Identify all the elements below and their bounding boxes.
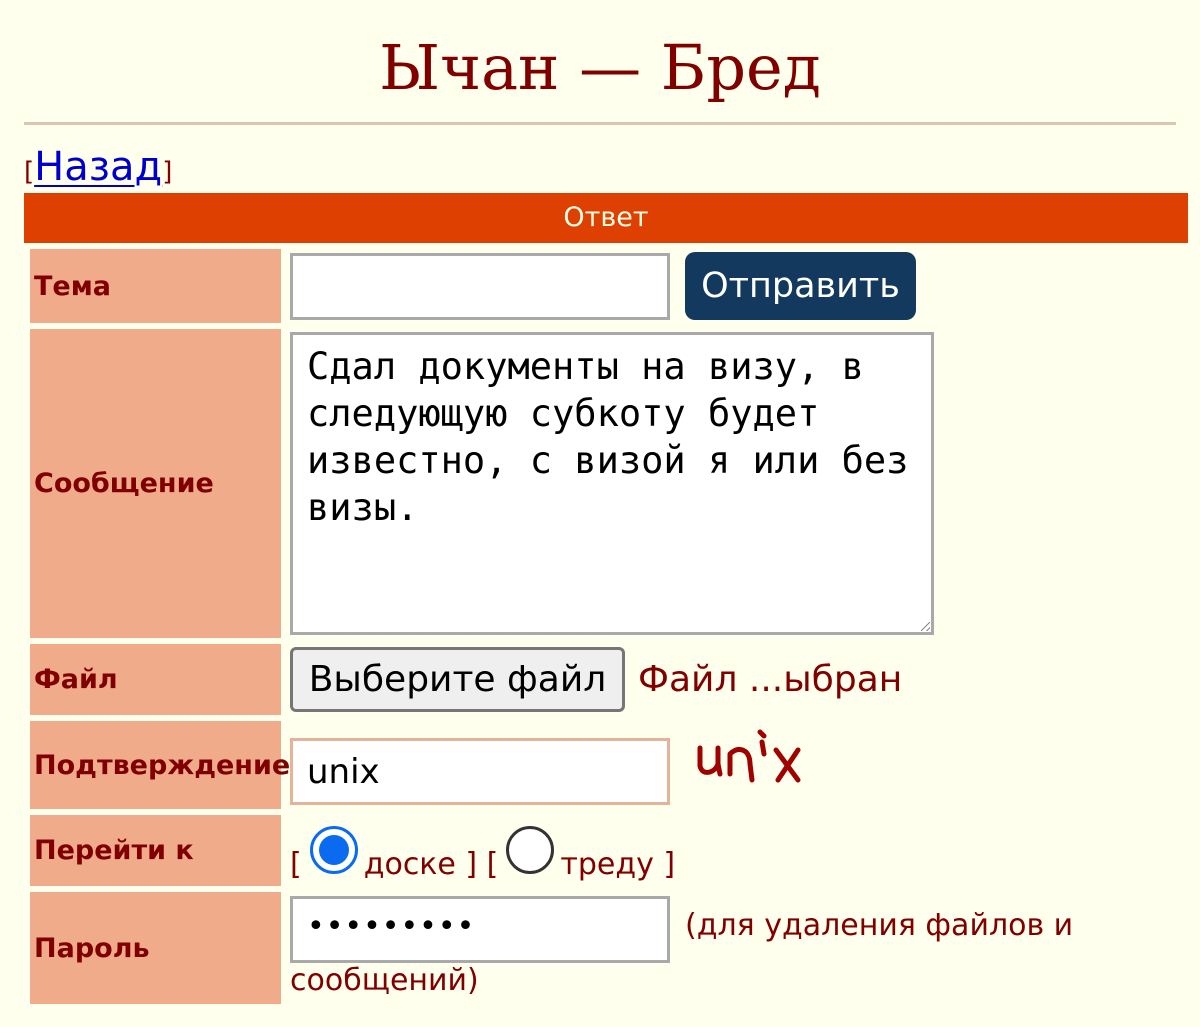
goto-options: [ доске ] [ треду ] bbox=[290, 822, 675, 882]
goto-board-radio[interactable] bbox=[309, 826, 358, 874]
title-divider bbox=[24, 122, 1176, 125]
choose-file-button[interactable]: Выберите файл bbox=[290, 647, 625, 712]
back-nav: [ Назад ] bbox=[24, 142, 172, 192]
back-bracket-close: ] bbox=[162, 157, 173, 187]
back-link[interactable]: Назад bbox=[34, 142, 162, 192]
reply-header: Ответ bbox=[24, 193, 1188, 243]
captcha-image bbox=[697, 729, 801, 783]
board-title: Ычан — Бред bbox=[379, 31, 821, 104]
message-textarea[interactable]: Сдал документы на визу, в следующую субк… bbox=[290, 332, 934, 635]
goto-label: Перейти к bbox=[30, 815, 281, 886]
subject-label: Тема bbox=[30, 249, 281, 323]
password-note: (для удаления файлов и bbox=[685, 908, 1074, 943]
password-note-cont: сообщений) bbox=[290, 963, 479, 998]
back-bracket-open: [ bbox=[24, 157, 35, 187]
captcha-label: Подтверждение bbox=[30, 721, 290, 809]
password-label: Пароль bbox=[30, 892, 281, 1004]
file-status: Файл ...ыбран bbox=[638, 659, 903, 700]
message-label: Сообщение bbox=[30, 329, 281, 638]
goto-thread-label: треду bbox=[560, 847, 654, 882]
password-input[interactable]: ••••••••• bbox=[290, 896, 670, 963]
resize-grip-icon[interactable] bbox=[921, 622, 930, 631]
captcha-input[interactable]: unix bbox=[290, 738, 670, 805]
goto-thread-radio[interactable] bbox=[506, 826, 555, 874]
subject-input[interactable] bbox=[290, 253, 670, 320]
goto-board-label: доске bbox=[363, 847, 456, 882]
submit-button[interactable]: Отправить bbox=[685, 252, 916, 320]
file-label: Файл bbox=[30, 644, 281, 715]
